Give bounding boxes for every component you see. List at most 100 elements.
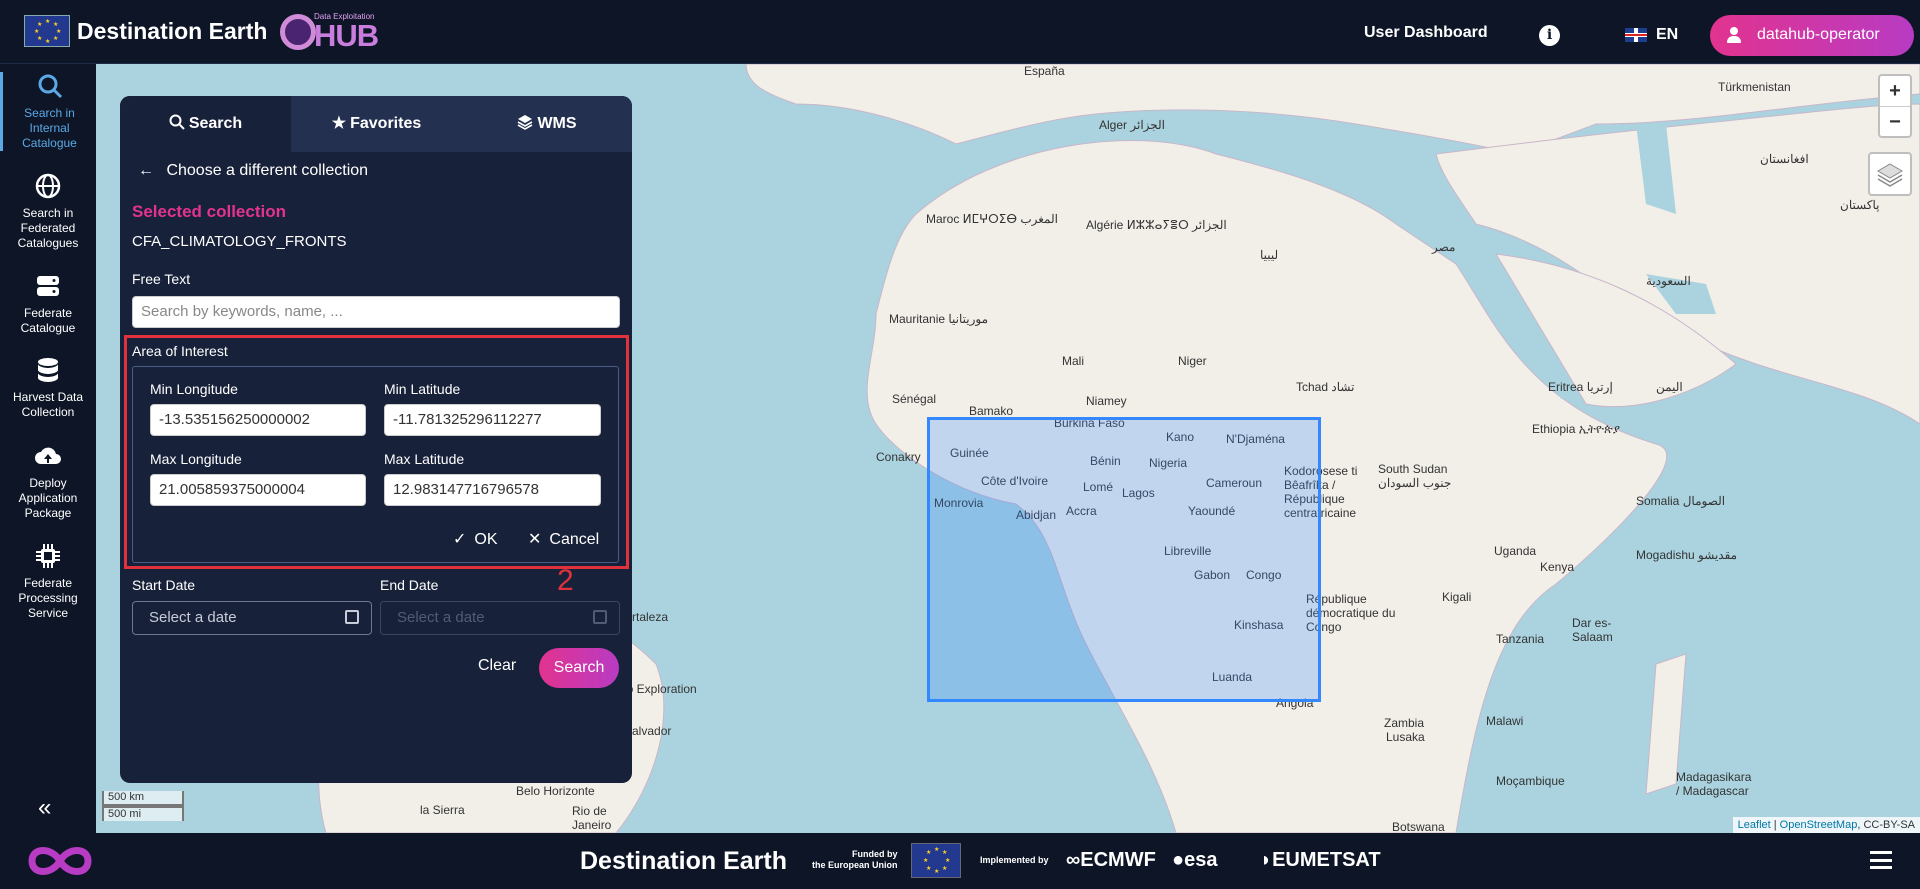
osm-link[interactable]: OpenStreetMap [1780, 819, 1858, 831]
zoom-control: + − [1878, 74, 1912, 138]
funded-line-1: Funded by [852, 849, 898, 859]
end-date-input[interactable]: Select a date [380, 601, 620, 635]
tab-wms[interactable]: WMS [462, 96, 632, 152]
hamburger-menu-icon[interactable] [1870, 851, 1892, 869]
svg-text:★: ★ [942, 849, 947, 856]
footer-brand: Destination Earth [580, 847, 787, 875]
check-icon: ✓ [453, 531, 467, 548]
start-date-placeholder: Select a date [149, 609, 237, 626]
free-text-input[interactable]: Search by keywords, name, ... [132, 296, 620, 328]
map-label: Botswana [1392, 820, 1445, 833]
map-label: پاکستان [1840, 198, 1880, 212]
sidebar-item-search-internal[interactable]: Search in Internal Catalogue [0, 72, 96, 151]
close-icon: ✕ [528, 531, 542, 548]
tab-label: Search [188, 115, 243, 132]
scale-mi: 500 mi [102, 806, 184, 821]
sidebar-item-federate-processing[interactable]: Federate Processing Service [0, 542, 96, 621]
start-date-input[interactable]: Select a date [132, 601, 372, 635]
svg-text:★: ★ [934, 846, 939, 853]
server-icon [37, 276, 59, 296]
selected-collection-title: Selected collection [132, 202, 286, 221]
sidebar-item-label: Search in Internal Catalogue [22, 106, 77, 150]
map-label: Ethiopia ኢትዮጵያ [1532, 422, 1621, 436]
map-label: alvador [632, 724, 672, 738]
min-longitude-input[interactable]: -13.535156250000002 [150, 404, 366, 436]
map-label: افغانستان [1760, 152, 1809, 166]
sidebar-item-deploy-app[interactable]: Deploy Application Package [0, 442, 96, 521]
map-label: Rio de Janeiro [572, 804, 612, 832]
user-menu-button[interactable]: datahub-operator [1710, 15, 1914, 56]
zoom-in-button[interactable]: + [1880, 76, 1910, 106]
map-label: Conakry [876, 450, 921, 464]
search-button[interactable]: Search [539, 648, 619, 688]
map-label: Lusaka [1386, 730, 1425, 744]
svg-text:★: ★ [926, 849, 931, 856]
map-label: la Sierra [420, 803, 465, 817]
uk-flag-icon[interactable] [1625, 28, 1647, 42]
collapse-sidebar-icon[interactable]: « [38, 794, 51, 822]
brand-title[interactable]: Destination Earth [77, 18, 267, 45]
search-icon [38, 74, 62, 99]
sidebar-item-harvest-data[interactable]: Harvest Data Collection [0, 356, 96, 420]
language-selector[interactable]: EN [1656, 26, 1678, 44]
map-label: rtaleza [632, 610, 669, 624]
layers-control-button[interactable] [1868, 152, 1912, 196]
map-label: Zambia [1384, 716, 1425, 730]
sidebar-item-search-federated[interactable]: Search in Federated Catalogues [0, 172, 96, 251]
implemented-by-text: Implemented by [980, 855, 1049, 865]
min-latitude-input[interactable]: -11.781325296112277 [384, 404, 601, 436]
attribution-license: , CC-BY-SA [1857, 819, 1915, 831]
leaflet-link[interactable]: Leaflet [1738, 819, 1771, 831]
map-scale: 500 km 500 mi [102, 791, 184, 821]
map-label: Dar es-Salaam [1572, 616, 1613, 644]
end-date-placeholder: Select a date [397, 609, 485, 626]
map-label: اليمن [1656, 380, 1683, 394]
tab-search[interactable]: Search [120, 96, 291, 152]
map-label: Kenya [1540, 560, 1575, 574]
star-icon: ★ [331, 115, 347, 132]
map-label: Moçambique [1496, 774, 1565, 788]
map-label: السعودية [1646, 274, 1691, 288]
map-label: Niger [1178, 354, 1207, 368]
map-label: Niamey [1086, 394, 1127, 408]
zoom-out-button[interactable]: − [1880, 106, 1910, 136]
max-longitude-input[interactable]: 21.005859375000004 [150, 474, 366, 506]
eumetsat-mark-icon: ◗ [1260, 849, 1273, 871]
svg-text:★: ★ [923, 857, 928, 864]
globe-icon [35, 173, 61, 199]
eu-flag-logo: ★ ★ ★ ★ ★ ★ ★ ★ [911, 843, 961, 878]
selected-collection-value: CFA_CLIMATOLOGY_FRONTS [132, 233, 347, 250]
esa-logo: ●esa [1172, 849, 1217, 872]
hub-logo[interactable]: Data Exploitation HUB [278, 10, 379, 53]
info-icon[interactable]: i [1539, 25, 1560, 46]
map-view[interactable]: España Alger الجزائر Maroc ⵍⵎⵖⵔⵉⴱ المغرب… [96, 64, 1920, 833]
clear-button[interactable]: Clear [478, 657, 516, 675]
eumetsat-label: EUMETSAT [1272, 849, 1381, 871]
tab-favorites[interactable]: ★ Favorites [291, 96, 462, 152]
back-label: Choose a different collection [166, 162, 369, 179]
svg-text:★: ★ [926, 865, 931, 872]
sidebar-item-federate-catalogue[interactable]: Federate Catalogue [0, 272, 96, 336]
database-icon [38, 358, 58, 382]
funded-by-text: Funded by the European Union [812, 849, 898, 871]
chip-icon [36, 544, 60, 568]
infinity-logo-icon[interactable] [22, 841, 98, 881]
user-dashboard-link[interactable]: User Dashboard [1364, 24, 1488, 42]
footer: Destination Earth Funded by the European… [0, 833, 1920, 889]
map-label: Bamako [969, 404, 1014, 418]
sidebar-item-label: Search in Federated Catalogues [17, 206, 79, 250]
esa-label: esa [1184, 849, 1218, 871]
min-longitude-label: Min Longitude [150, 381, 238, 397]
map-label: Türkmenistan [1718, 80, 1791, 94]
aoi-ok-button[interactable]: ✓ OK [453, 529, 498, 549]
max-latitude-label: Max Latitude [384, 451, 465, 467]
ecmwf-label: ECMWF [1080, 849, 1156, 871]
aoi-cancel-button[interactable]: ✕ Cancel [528, 529, 599, 549]
layers-icon [1877, 163, 1903, 187]
map-attribution: Leaflet | OpenStreetMap, CC-BY-SA [1732, 817, 1920, 833]
map-label: Somalia الصومال [1636, 494, 1726, 508]
max-latitude-input[interactable]: 12.983147716796578 [384, 474, 601, 506]
area-of-interest-rectangle[interactable] [927, 417, 1321, 702]
tab-label: WMS [537, 115, 577, 132]
choose-collection-link[interactable]: ← Choose a different collection [138, 162, 368, 180]
